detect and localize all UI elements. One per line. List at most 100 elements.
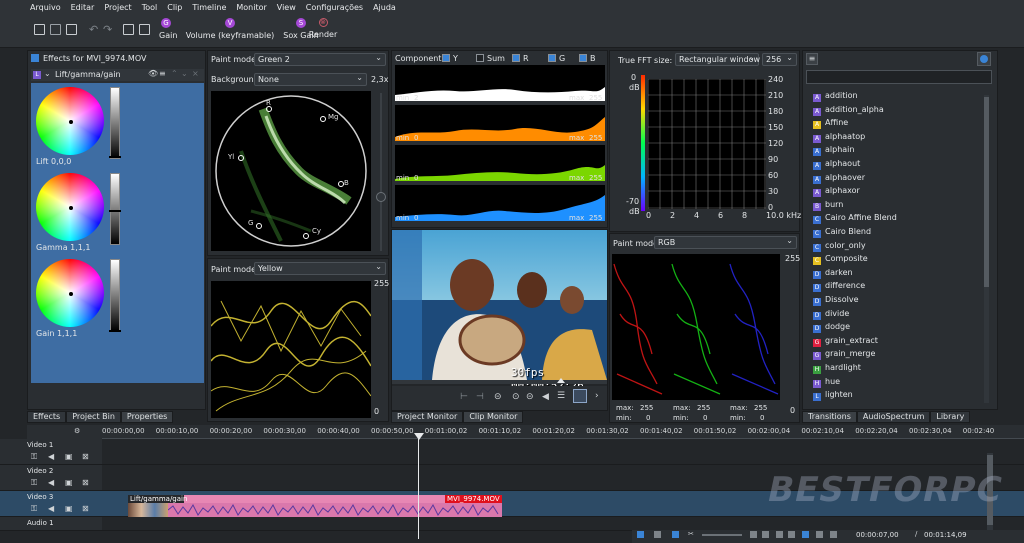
transition-item[interactable]: Llighten	[813, 390, 853, 402]
render-button[interactable]: ⊗ Render	[308, 18, 338, 39]
component-checkbox[interactable]	[476, 54, 484, 62]
timeline-ruler[interactable]: 00:00:00,00 00:00:10,00 00:00:20,00 00:00:3…	[102, 425, 1024, 439]
timeline-tool-icon[interactable]	[637, 531, 644, 538]
wheel-center-marker[interactable]	[69, 120, 73, 124]
timeline-playhead[interactable]	[418, 439, 419, 539]
timeline-playhead-head[interactable]	[414, 433, 424, 440]
transition-item[interactable]: Bburn	[813, 200, 843, 212]
track-visibility-icon[interactable]: ▣	[65, 478, 73, 487]
track-lock-icon[interactable]: ⚿	[31, 504, 37, 514]
tab-clip-monitor[interactable]: Clip Monitor	[463, 411, 524, 423]
menu-item[interactable]: View	[277, 3, 296, 12]
monitor-playhead-marker[interactable]	[557, 378, 565, 383]
component-checkbox[interactable]	[579, 54, 587, 62]
luma-slider-handle[interactable]	[109, 330, 121, 332]
timeline-select-icon[interactable]	[672, 531, 679, 538]
timeline-hide-icon[interactable]	[830, 531, 837, 538]
move-down-icon[interactable]: ⌄	[181, 69, 188, 78]
timeline-zoom-slider[interactable]	[702, 534, 742, 536]
menu-item[interactable]: Tool	[142, 3, 158, 12]
zoom-slider-handle[interactable]	[376, 192, 386, 202]
timeline-lock-icon[interactable]	[802, 531, 809, 538]
menu-item[interactable]: Project	[104, 3, 131, 12]
open-file-icon[interactable]	[50, 24, 61, 35]
luma-slider[interactable]	[109, 173, 121, 245]
menu-item[interactable]: Arquivo	[30, 3, 61, 12]
transition-item[interactable]: Ddodge	[813, 322, 850, 334]
transition-item[interactable]: Aalphaout	[813, 159, 860, 171]
panel-menu-icon[interactable]: ≡	[806, 53, 818, 65]
transition-item[interactable]: Ddarken	[813, 268, 853, 280]
track-visibility-icon[interactable]: ▣	[65, 452, 73, 461]
info-button[interactable]	[977, 52, 991, 66]
transition-item[interactable]: Hhardlight	[813, 363, 861, 375]
timeline-video-icon[interactable]	[788, 531, 795, 538]
forward-icon[interactable]: ⊝	[526, 392, 534, 402]
fft-window-select[interactable]: Rectangular window	[675, 52, 760, 66]
transition-item[interactable]: Hhue	[813, 377, 840, 389]
track-header[interactable]: Video 2 ⚿ ◀ ▣ ⊠	[0, 465, 102, 491]
component-checkbox[interactable]	[512, 54, 520, 62]
transition-item[interactable]: Aalphaatop	[813, 132, 865, 144]
transition-item[interactable]: D Dissolve	[813, 295, 859, 307]
transition-item[interactable]: A Affine	[813, 118, 848, 130]
move-up-icon[interactable]: ⌃	[171, 69, 178, 78]
timeline-razor-icon[interactable]: ✂	[688, 530, 694, 538]
transition-item[interactable]: Aalphain	[813, 145, 854, 157]
menu-item[interactable]: Ajuda	[373, 3, 396, 12]
component-checkbox[interactable]	[548, 54, 556, 62]
transitions-scrollbar-thumb[interactable]	[984, 97, 989, 287]
tab-effects[interactable]: Effects	[27, 411, 67, 423]
transition-item[interactable]: Aaddition	[813, 91, 858, 103]
transition-search-input[interactable]	[806, 70, 992, 84]
zone-in-icon[interactable]: ⊢	[460, 392, 468, 402]
track-lock-icon[interactable]: ⚿	[31, 478, 37, 488]
menu-item[interactable]: Configurações	[306, 3, 363, 12]
save-file-icon[interactable]	[66, 24, 77, 35]
play-icon[interactable]: ⊙	[512, 392, 520, 402]
monitor-ruler[interactable]	[392, 380, 607, 384]
copy-icon[interactable]	[123, 24, 134, 35]
volume-icon[interactable]: ◀	[542, 392, 549, 402]
fit-frame-icon[interactable]	[573, 389, 587, 403]
track-mute-icon[interactable]: ◀	[48, 504, 54, 513]
monitor-menu-icon[interactable]: ☰	[557, 391, 565, 401]
transition-item[interactable]: Ddifference	[813, 281, 865, 293]
transition-item[interactable]: C Cairo Affine Blend	[813, 213, 897, 225]
new-file-icon[interactable]	[34, 24, 45, 35]
effect-shortcut-button[interactable]: V Volume (keyframable)	[184, 18, 276, 40]
transitions-scrollbar[interactable]	[984, 95, 989, 403]
transition-item[interactable]: C Composite	[813, 254, 868, 266]
track-lock-icon[interactable]: ⚿	[31, 452, 37, 462]
track-composite-icon[interactable]: ⊠	[82, 452, 89, 461]
track-visibility-icon[interactable]: ▣	[65, 504, 73, 513]
wheel-center-marker[interactable]	[69, 206, 73, 210]
transition-item[interactable]: Aalphaover	[813, 173, 865, 185]
menu-item[interactable]: Clip	[167, 3, 182, 12]
timeline-zoom-icon[interactable]	[762, 531, 769, 538]
video-clip[interactable]: Lift/gamma/gain MVI_9974.MOV	[128, 495, 502, 517]
zone-out-icon[interactable]: ⊣	[476, 392, 484, 402]
track-header[interactable]: Video 3 ⚿ ◀ ▣ ⊠	[0, 491, 102, 517]
parade-paint-mode-select[interactable]: RGB	[654, 235, 797, 249]
transition-item[interactable]: Ddivide	[813, 309, 849, 321]
luma-slider[interactable]	[109, 87, 121, 159]
track-mute-icon[interactable]: ◀	[48, 478, 54, 487]
undo-icon[interactable]: ↶	[89, 24, 100, 35]
tab-properties[interactable]: Properties	[120, 411, 174, 423]
transition-item[interactable]: Aaddition_alpha	[813, 105, 884, 117]
tab-transitions[interactable]: Transitions	[802, 411, 857, 423]
tab-library[interactable]: Library	[930, 411, 971, 423]
effect-menu-icon[interactable]: ≡	[159, 69, 166, 78]
monitor-more-icon[interactable]: ›	[595, 391, 599, 401]
luma-slider-handle[interactable]	[109, 156, 121, 158]
tab-audiospectrum[interactable]: AudioSpectrum	[856, 411, 931, 423]
transition-item[interactable]: Aalphaxor	[813, 186, 860, 198]
track-header[interactable]: Audio 1	[0, 517, 102, 531]
background-select[interactable]: None	[254, 72, 367, 86]
transition-item[interactable]: Ccolor_only	[813, 241, 866, 253]
timeline-snap-icon[interactable]	[654, 531, 661, 538]
fft-size-select[interactable]: 256	[762, 52, 797, 66]
remove-effect-icon[interactable]: ×	[192, 69, 199, 78]
luma-slider[interactable]	[109, 259, 121, 332]
